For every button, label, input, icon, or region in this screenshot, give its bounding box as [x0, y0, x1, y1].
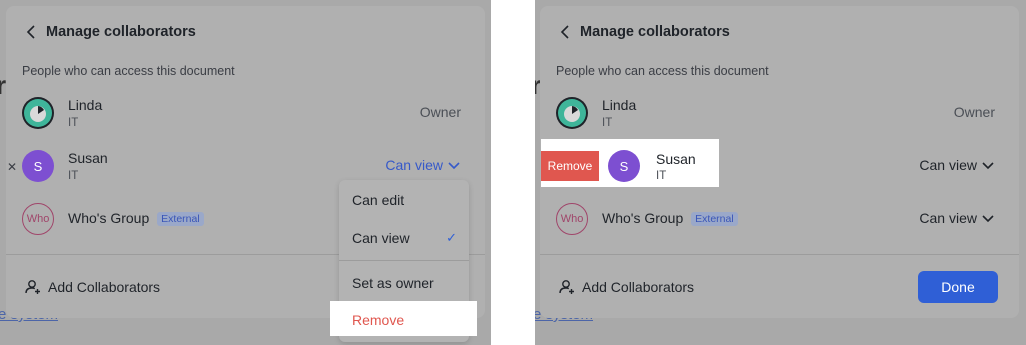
role-dropdown[interactable]: Can view — [919, 157, 995, 173]
remove-button[interactable]: Remove — [541, 151, 599, 181]
left-screenshot: r e system Manage collaborators People w… — [0, 0, 491, 345]
chevron-down-icon — [981, 158, 995, 172]
collaborator-dept: IT — [602, 117, 613, 129]
role-dropdown-label: Can view — [385, 157, 443, 173]
dialog-title: Manage collaborators — [46, 24, 196, 40]
menu-divider — [339, 260, 469, 261]
chevron-left-icon[interactable] — [22, 23, 40, 41]
collaborator-dept: IT — [68, 170, 79, 182]
chevron-down-icon — [981, 211, 995, 225]
external-badge: External — [157, 212, 204, 226]
menu-item-can-view[interactable]: Can view ✓ — [339, 220, 469, 256]
dialog-title: Manage collaborators — [580, 24, 730, 40]
avatar: Who — [556, 203, 588, 235]
avatar: S — [22, 150, 54, 182]
collaborator-row-linda: Linda IT Owner — [556, 91, 1003, 135]
done-button[interactable]: Done — [918, 271, 998, 303]
avatar — [556, 97, 588, 129]
role-dropdown[interactable]: Can view — [385, 157, 461, 173]
collaborator-dept: IT — [68, 117, 79, 129]
checkmark-icon: ✓ — [446, 230, 457, 245]
role-dropdown[interactable]: Can view — [919, 210, 995, 226]
role-label: Owner — [953, 104, 995, 120]
avatar: Who — [22, 203, 54, 235]
add-user-icon — [24, 278, 42, 296]
collaborator-name: Susan — [656, 151, 696, 167]
role-dropdown-label: Can view — [919, 157, 977, 173]
chevron-down-icon — [447, 158, 461, 172]
avatar: S — [608, 150, 640, 182]
collaborator-name: Linda — [68, 97, 103, 113]
add-collaborators-button[interactable]: Add Collaborators — [24, 278, 160, 296]
external-badge: External — [691, 212, 738, 226]
collaborator-row-group: Who Who's Group External Can view — [556, 197, 1003, 241]
collaborator-name: Linda — [602, 97, 637, 113]
menu-item-label: Can view — [352, 230, 410, 246]
role-label: Owner — [419, 104, 461, 120]
group-name: Who's Group — [68, 210, 150, 226]
collaborator-dept: IT — [656, 170, 667, 182]
group-name: Who's Group — [602, 210, 684, 226]
dialog-subtitle: People who can access this document — [556, 64, 769, 78]
add-collaborators-button[interactable]: Add Collaborators — [558, 278, 694, 296]
role-dropdown-label: Can view — [919, 210, 977, 226]
collaborator-name: Susan — [68, 150, 108, 166]
right-screenshot: r e system Manage collaborators People w… — [535, 0, 1026, 345]
close-icon[interactable]: ✕ — [7, 160, 17, 174]
chevron-left-icon[interactable] — [556, 23, 574, 41]
menu-item-can-edit[interactable]: Can edit — [339, 182, 469, 218]
add-collaborators-label: Add Collaborators — [48, 279, 161, 295]
collaborator-name: Who's Group External — [602, 210, 738, 226]
add-user-icon — [558, 278, 576, 296]
menu-item-remove[interactable]: Remove — [352, 312, 404, 328]
add-collaborators-label: Add Collaborators — [582, 279, 695, 295]
menu-item-set-owner[interactable]: Set as owner — [339, 265, 469, 301]
collaborator-row-linda: Linda IT Owner — [22, 91, 469, 135]
divider — [540, 254, 1019, 255]
dialog-subtitle: People who can access this document — [22, 64, 235, 78]
collaborator-name: Who's Group External — [68, 210, 204, 226]
avatar — [22, 97, 54, 129]
